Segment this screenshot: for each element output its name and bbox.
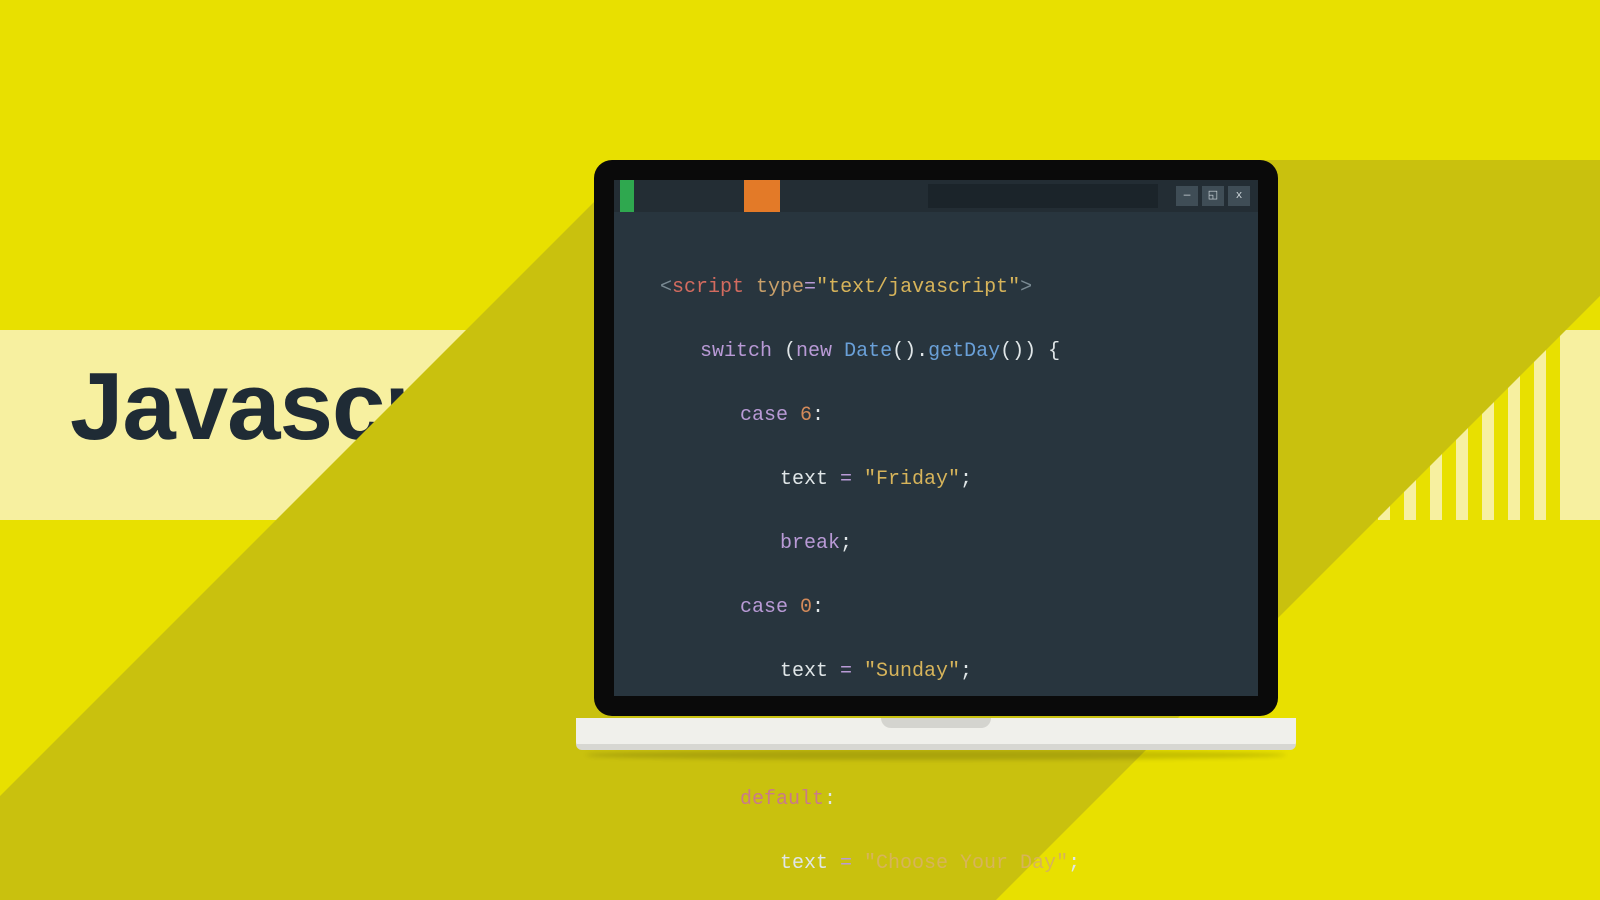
window-controls: — ◱ x xyxy=(1176,186,1250,206)
active-tab-indicator-icon xyxy=(620,180,634,212)
close-button[interactable]: x xyxy=(1228,186,1250,206)
code-line: text = "Choose Your Day"; xyxy=(660,848,1080,880)
code-line: text = "Friday"; xyxy=(660,464,1080,496)
maximize-button[interactable]: ◱ xyxy=(1202,186,1224,206)
laptop: — ◱ x <script type="text/javascript"> sw… xyxy=(576,160,1296,760)
code-line: <script type="text/javascript"> xyxy=(660,272,1080,304)
laptop-base-edge xyxy=(576,744,1296,750)
code-line: default: xyxy=(660,784,1080,816)
code-block: <script type="text/javascript"> switch (… xyxy=(660,240,1080,900)
laptop-bezel: — ◱ x <script type="text/javascript"> sw… xyxy=(594,160,1278,716)
code-line: case 6: xyxy=(660,400,1080,432)
toolbar-panel xyxy=(928,184,1158,208)
stage: Javascript — ◱ x <script ty xyxy=(0,0,1600,900)
code-line: switch (new Date().getDay()) { xyxy=(660,336,1080,368)
code-line: break; xyxy=(660,528,1080,560)
minimize-button[interactable]: — xyxy=(1176,186,1198,206)
laptop-base xyxy=(576,718,1296,750)
laptop-ground-shadow xyxy=(586,750,1286,760)
tab-marker-icon xyxy=(744,180,780,212)
code-line: text = "Sunday"; xyxy=(660,656,1080,688)
editor-topbar: — ◱ x xyxy=(614,180,1258,212)
code-line: case 0: xyxy=(660,592,1080,624)
laptop-notch xyxy=(881,718,991,728)
editor-screen: — ◱ x <script type="text/javascript"> sw… xyxy=(614,180,1258,696)
